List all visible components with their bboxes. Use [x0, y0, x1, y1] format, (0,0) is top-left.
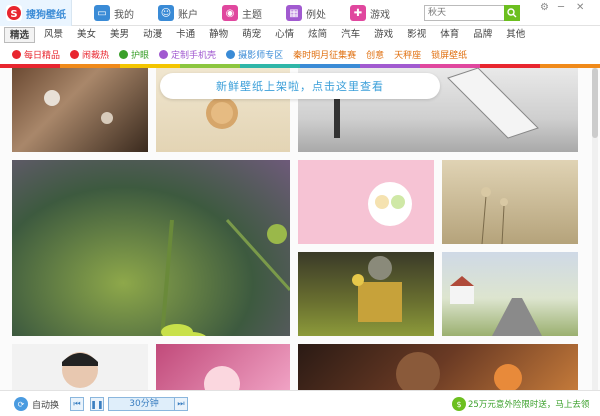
- category-item[interactable]: 体育: [435, 27, 464, 43]
- category-item[interactable]: 静物: [204, 27, 233, 43]
- category-item[interactable]: 美男: [105, 27, 134, 43]
- pause-button[interactable]: ❚❚: [90, 397, 104, 411]
- wallpaper-thumbnail[interactable]: [12, 68, 148, 152]
- tab-games[interactable]: ✚ 游戏: [344, 0, 408, 26]
- special-label: 闹裁热: [82, 50, 110, 61]
- tab-label: 游戏: [370, 9, 390, 21]
- category-item[interactable]: 卡通: [171, 27, 200, 43]
- wallpaper-thumbnail[interactable]: [12, 344, 148, 390]
- category-item[interactable]: 美女: [72, 27, 101, 43]
- special-label: 创意: [366, 50, 385, 61]
- special-label: 锁屏壁纸: [431, 50, 468, 61]
- search-box: [424, 5, 520, 21]
- wallpaper-thumbnail[interactable]: [442, 252, 578, 336]
- search-input[interactable]: [425, 6, 501, 20]
- special-eye-care[interactable]: 护眼: [119, 48, 149, 61]
- wallpaper-thumbnail[interactable]: [156, 344, 290, 390]
- close-icon[interactable]: ✕: [576, 2, 584, 13]
- category-item[interactable]: 影视: [402, 27, 431, 43]
- tab-calendar[interactable]: ▦ 例处: [280, 0, 344, 26]
- minimize-icon[interactable]: ─: [558, 2, 564, 13]
- interval-select[interactable]: 30分钟: [108, 397, 180, 411]
- theme-icon: ◉: [222, 5, 238, 21]
- monitor-icon: ▭: [94, 5, 110, 21]
- special-label: 秦时明月征集赛: [293, 50, 357, 61]
- special-hot[interactable]: 闹裁热: [70, 48, 109, 61]
- category-item[interactable]: 品牌: [468, 27, 497, 43]
- gallery-scrollbar[interactable]: [592, 68, 598, 390]
- auto-change-label: 自动换: [32, 401, 60, 411]
- special-creative[interactable]: 创意: [366, 48, 384, 61]
- promo-link[interactable]: 25万元意外险限时送，马上去领: [468, 398, 589, 410]
- fire-icon: [70, 49, 80, 59]
- wallpaper-thumbnail[interactable]: [298, 160, 434, 244]
- special-libra[interactable]: 天秤座: [394, 48, 421, 61]
- promo-icon: $: [452, 397, 466, 411]
- special-label: 护眼: [131, 50, 150, 61]
- wallpaper-thumbnail[interactable]: [298, 344, 578, 390]
- leaf-icon: [119, 49, 129, 59]
- calendar-icon: ▦: [286, 5, 302, 21]
- special-label: 每日精品: [24, 50, 61, 61]
- special-label: 定制手机壳: [171, 50, 217, 61]
- special-contest[interactable]: 秦时明月征集赛: [293, 48, 356, 61]
- special-daily[interactable]: 每日精品: [12, 48, 60, 61]
- next-button[interactable]: ⏭: [174, 397, 188, 411]
- category-item[interactable]: 精选: [4, 27, 36, 43]
- tab-label: 搜狗壁纸: [26, 9, 66, 21]
- tab-label: 账户: [178, 9, 198, 21]
- wallpaper-thumbnail[interactable]: [12, 160, 290, 336]
- category-row: 精选 风景 美女 美男 动漫 卡通 静物 萌宠 心情 炫简 汽车 游戏 影视 体…: [0, 26, 600, 44]
- phone-case-icon: [159, 49, 169, 59]
- category-item[interactable]: 动漫: [138, 27, 167, 43]
- tab-sogou-wallpaper[interactable]: S 搜狗壁纸: [0, 0, 72, 26]
- tab-label: 我的: [114, 9, 134, 21]
- category-item[interactable]: 汽车: [336, 27, 365, 43]
- tab-label: 主题: [242, 9, 262, 21]
- special-lockscreen[interactable]: 锁屏壁纸: [431, 48, 467, 61]
- wallpaper-gallery: [0, 68, 600, 390]
- category-item[interactable]: 心情: [270, 27, 299, 43]
- tab-label: 例处: [306, 9, 326, 21]
- special-phone-case[interactable]: 定制手机壳: [159, 48, 216, 61]
- bottom-bar: ⟳ 自动换 ⏮ ❚❚ 30分钟 ⏭ $ 25万元意外险限时送，马上去领: [0, 390, 600, 416]
- category-item[interactable]: 其他: [501, 27, 530, 43]
- new-wallpaper-notice[interactable]: 新鲜壁纸上架啦，点击这里查看: [160, 73, 440, 99]
- category-item[interactable]: 游戏: [369, 27, 398, 43]
- svg-text:S: S: [10, 9, 17, 20]
- sogou-logo-icon: S: [6, 5, 22, 21]
- category-item[interactable]: 萌宠: [237, 27, 266, 43]
- gamepad-icon: ✚: [350, 5, 366, 21]
- tab-mine[interactable]: ▭ 我的: [88, 0, 148, 26]
- tab-account[interactable]: ☺ 账户: [152, 0, 216, 26]
- scrollbar-thumb[interactable]: [592, 68, 598, 138]
- wallpaper-thumbnail[interactable]: [442, 160, 578, 244]
- tab-theme[interactable]: ◉ 主题: [216, 0, 282, 26]
- auto-change-icon[interactable]: ⟳: [14, 397, 28, 411]
- user-icon: ☺: [158, 5, 174, 21]
- special-label: 摄影师专区: [238, 50, 284, 61]
- camera-icon: [226, 49, 236, 59]
- category-item[interactable]: 炫简: [303, 27, 332, 43]
- search-icon: [507, 8, 517, 18]
- search-button[interactable]: [504, 5, 520, 21]
- special-row: 每日精品 闹裁热 护眼 定制手机壳 摄影师专区 秦时明月征集赛 创意 天秤座 锁…: [0, 45, 600, 63]
- heart-icon: [12, 49, 21, 59]
- settings-icon[interactable]: ⚙: [540, 2, 549, 13]
- special-photographer[interactable]: 摄影师专区: [226, 48, 283, 61]
- category-item[interactable]: 风景: [39, 27, 68, 43]
- previous-button[interactable]: ⏮: [70, 397, 84, 411]
- wallpaper-thumbnail[interactable]: [298, 252, 434, 336]
- top-bar: S 搜狗壁纸 ▭ 我的 ☺ 账户 ◉ 主题 ▦ 例处 ✚ 游戏 ⚙ ─ ✕: [0, 0, 600, 26]
- special-label: 天秤座: [394, 50, 422, 61]
